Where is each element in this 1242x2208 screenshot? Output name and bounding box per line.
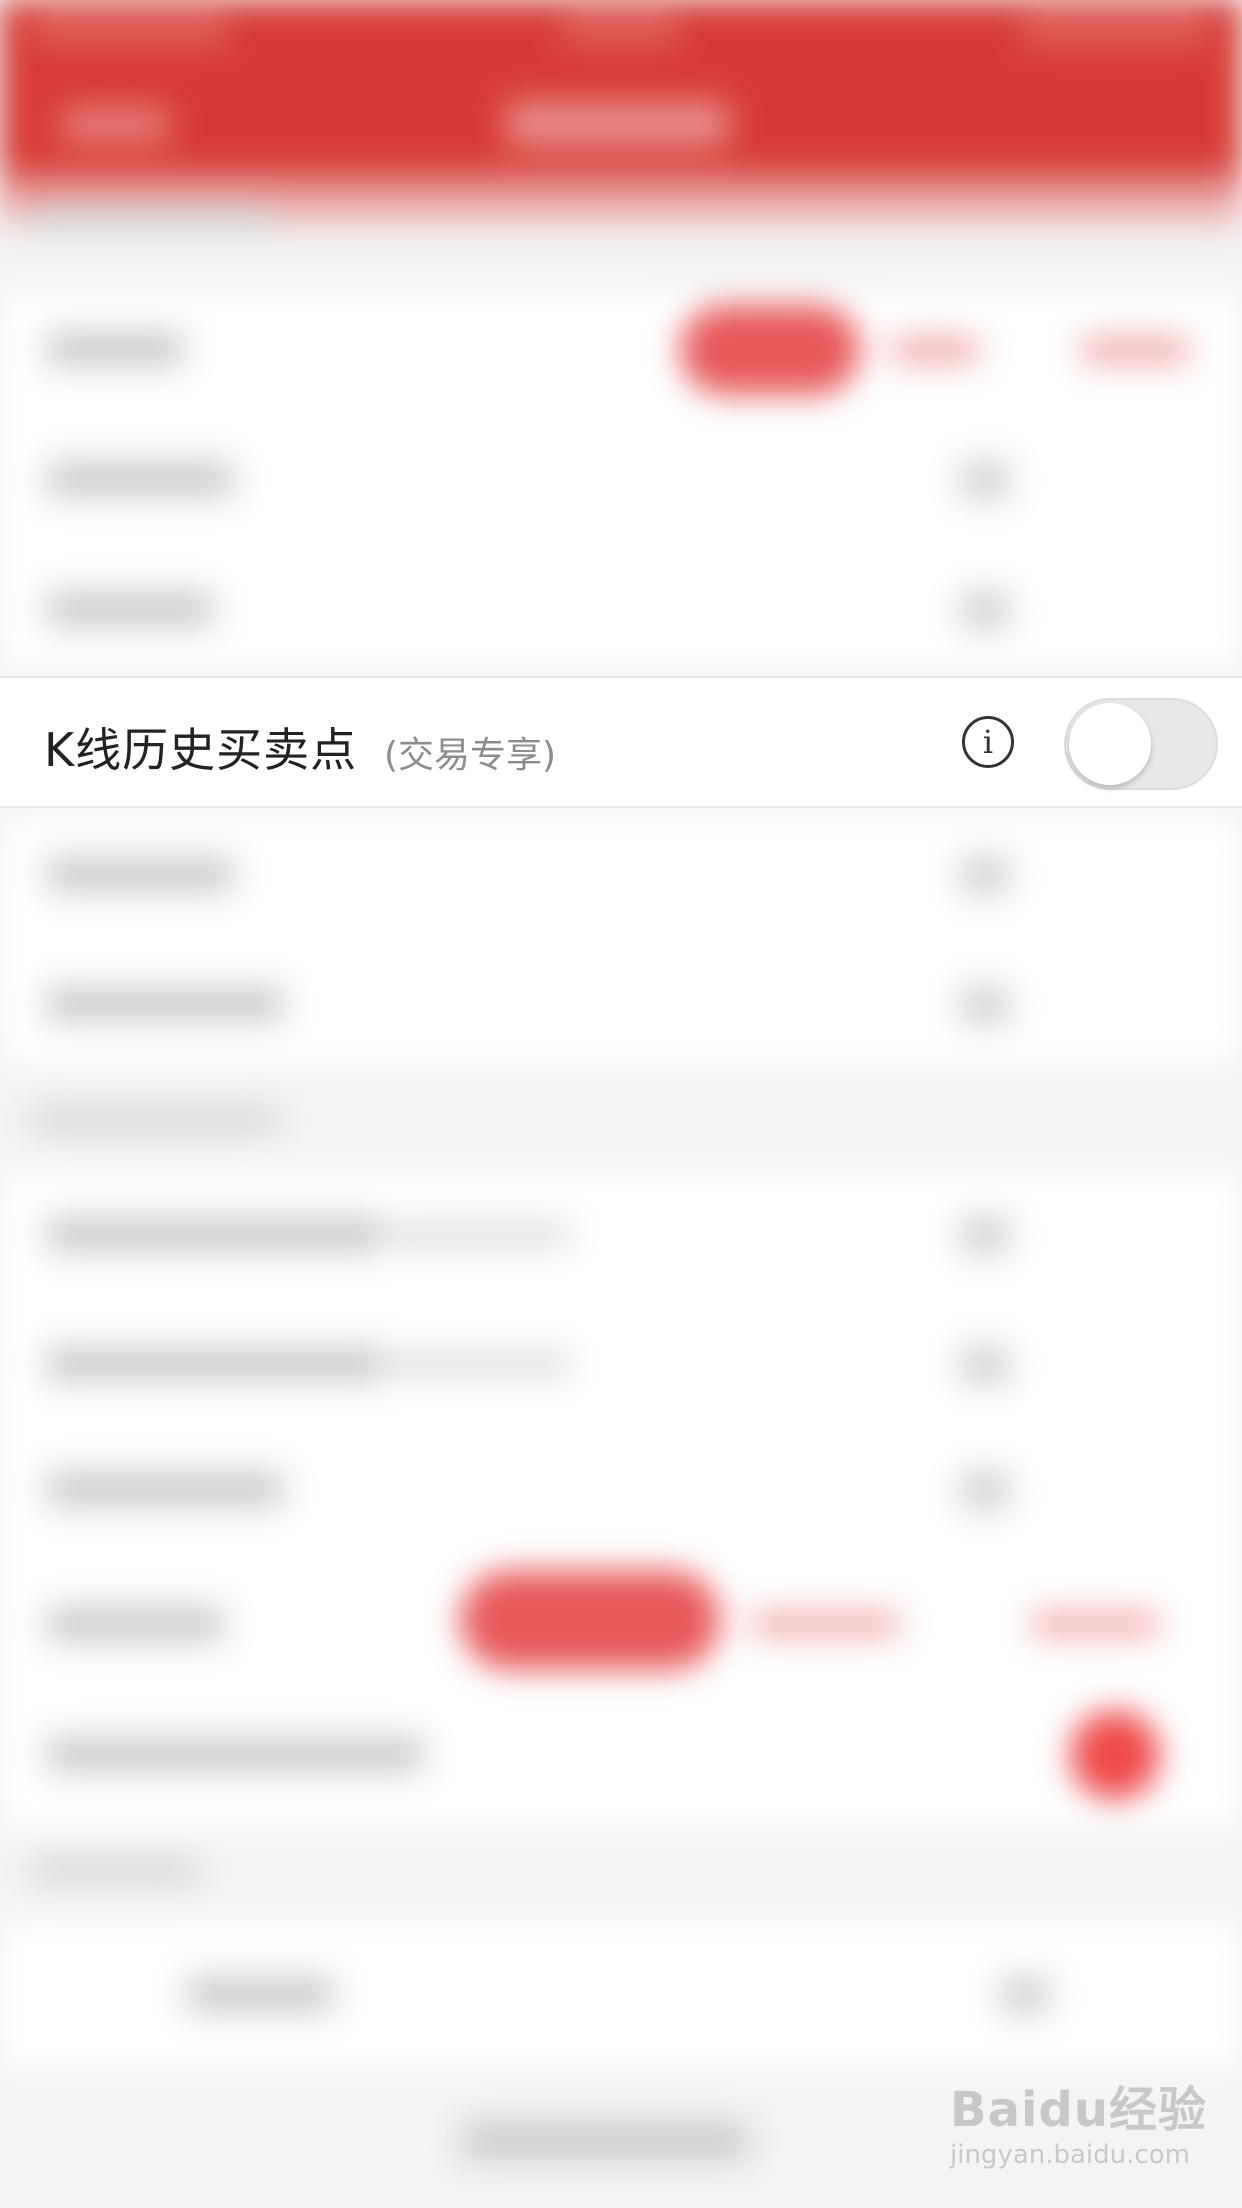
row-icon — [960, 1345, 1010, 1385]
row-label — [45, 1215, 385, 1253]
kline-history-sublabel: (交易专享) — [384, 735, 557, 776]
row-icon — [960, 1215, 1010, 1255]
section-header — [30, 1105, 280, 1135]
settings-group-1 — [0, 290, 1242, 670]
status-bar-left — [30, 14, 230, 44]
segment-selected[interactable] — [460, 1570, 720, 1670]
row-label — [45, 1605, 225, 1643]
section-header — [30, 1855, 200, 1885]
row-label — [45, 1345, 385, 1383]
segment-option[interactable] — [1030, 1610, 1160, 1638]
row-hint — [390, 1350, 570, 1378]
info-icon[interactable]: i — [962, 716, 1014, 768]
back-button[interactable] — [60, 105, 170, 145]
status-bar-right — [1020, 14, 1210, 44]
row-icon — [960, 985, 1010, 1025]
row-icon — [960, 590, 1010, 630]
row-label — [45, 1470, 285, 1508]
page-title — [505, 100, 730, 148]
segment-option[interactable] — [890, 335, 980, 365]
row-label — [45, 330, 185, 368]
watermark-url: jingyan.baidu.com — [950, 2140, 1190, 2170]
status-bar-center — [560, 14, 680, 44]
row-label — [45, 1735, 425, 1773]
kline-history-toggle[interactable] — [1064, 698, 1218, 790]
row-label — [45, 590, 215, 628]
section-header — [30, 205, 270, 235]
settings-group-4 — [0, 1920, 1242, 2070]
segment-selected[interactable] — [680, 305, 860, 395]
row-label — [45, 985, 285, 1023]
kline-history-row: K线历史买卖点 (交易专享) — [0, 676, 1242, 808]
row-label — [185, 1975, 335, 2013]
row-label — [45, 855, 235, 893]
toggle-knob — [1069, 703, 1151, 785]
settings-group-2 — [0, 815, 1242, 1065]
row-icon — [1000, 1975, 1050, 2015]
segment-option[interactable] — [1080, 335, 1190, 365]
blurred-background — [0, 0, 1242, 2208]
row-hint — [390, 1220, 570, 1248]
row-label — [45, 460, 235, 498]
row-icon — [960, 855, 1010, 895]
watermark-brand: Baidu经验 — [950, 2082, 1207, 2138]
row-icon — [960, 460, 1010, 500]
segment-option[interactable] — [750, 1610, 900, 1638]
settings-group-3 — [0, 1170, 1242, 1830]
kline-history-label: K线历史买卖点 — [44, 723, 358, 777]
footer-button[interactable] — [460, 2120, 750, 2162]
toggle-on-knob[interactable] — [1070, 1710, 1160, 1800]
watermark-logo: Baidu经验 jingyan.baidu.com — [950, 2070, 1207, 2190]
row-icon — [960, 1470, 1010, 1510]
